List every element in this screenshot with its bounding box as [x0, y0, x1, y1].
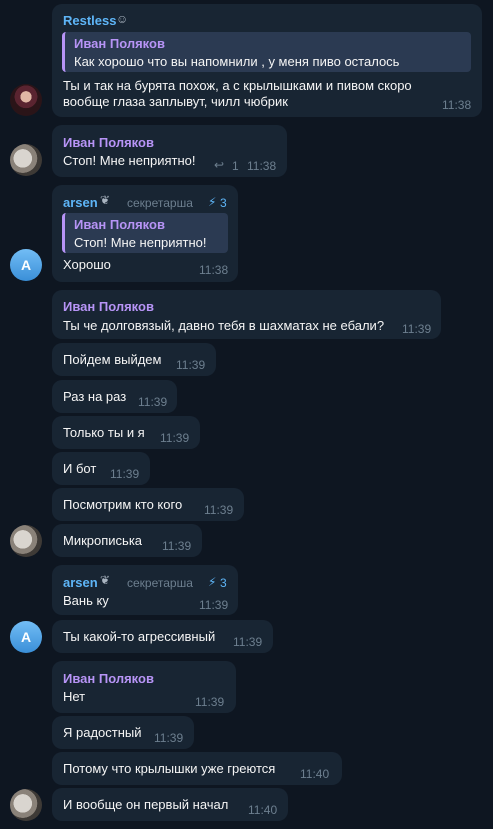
message-bubble[interactable]: Restless ☺ Иван Поляков Как хорошо что в… [52, 4, 482, 117]
sender-name[interactable]: arsen [63, 575, 98, 590]
message-bubble[interactable]: Иван Поляков Стоп! Мне неприятно! ↩ 1 11… [52, 125, 287, 177]
message-text: вообще глаза заплывут, чилл чюбрик [63, 94, 288, 109]
message-text: Раз на раз [63, 389, 127, 404]
message-bubble[interactable]: Только ты и я 11:39 [52, 416, 200, 449]
message-time: 11:38 [247, 159, 277, 173]
sender-name[interactable]: arsen [63, 195, 98, 210]
message-bubble[interactable]: Я радостный 11:39 [52, 716, 194, 749]
message-text: И бот [63, 461, 97, 476]
avatar[interactable] [10, 144, 42, 176]
boost-count: 3 [220, 576, 227, 590]
message-bubble[interactable]: Микрописька 11:39 [52, 524, 202, 557]
message-bubble[interactable]: Посмотрим кто кого 11:39 [52, 488, 244, 521]
message-text: Только ты и я [63, 425, 145, 440]
message-text: Ты че долговязый, давно тебя в шахматах … [63, 318, 385, 333]
boost-icon: ⚡ [208, 575, 217, 589]
message-bubble[interactable]: arsen ❦ секретарша ⚡ 3 Вань ку 11:39 [52, 565, 238, 615]
message-text: Я радостный [63, 725, 142, 740]
sender-name[interactable]: Restless [63, 13, 116, 28]
message-text: Потому что крылышки уже греются [63, 761, 276, 776]
reply-quote[interactable]: Иван Поляков Как хорошо что вы напомнили… [62, 32, 471, 72]
replies-icon[interactable]: ↩ [214, 158, 224, 172]
message-text: Посмотрим кто кого [63, 497, 183, 512]
message-text: Нет [63, 689, 86, 704]
reply-quote[interactable]: Иван Поляков Стоп! Мне неприятно! [62, 213, 228, 253]
message-bubble[interactable]: И бот 11:39 [52, 452, 150, 485]
sender-emoji-status-icon: ☺ [116, 12, 129, 26]
message-bubble[interactable]: И вообще он первый начал 11:40 [52, 788, 288, 821]
sender-name[interactable]: Иван Поляков [63, 135, 154, 150]
message-time: 11:39 [160, 431, 190, 445]
message-time: 11:40 [248, 803, 278, 817]
boost-icon: ⚡ [208, 195, 217, 209]
quote-text: Стоп! Мне неприятно! [74, 235, 207, 250]
message-text: И вообще он первый начал [63, 797, 229, 812]
message-time: 11:39 [162, 539, 192, 553]
message-time: 11:39 [110, 467, 140, 481]
sender-emoji-status-icon: ❦ [100, 193, 111, 207]
message-time: 11:39 [402, 322, 432, 336]
message-bubble[interactable]: Пойдем выйдем 11:39 [52, 343, 216, 376]
message-text: Стоп! Мне неприятно! [63, 153, 196, 168]
message-bubble[interactable]: Иван Поляков Нет 11:39 [52, 661, 236, 713]
replies-count[interactable]: 1 [232, 159, 239, 173]
avatar[interactable]: A [10, 249, 42, 281]
message-text: Ты какой-то агрессивный [63, 629, 216, 644]
sender-name[interactable]: Иван Поляков [63, 299, 154, 314]
avatar[interactable] [10, 789, 42, 821]
message-text: Хорошо [63, 257, 111, 272]
message-time: 11:39 [138, 395, 168, 409]
message-bubble[interactable]: Иван Поляков Ты че долговязый, давно теб… [52, 290, 441, 339]
quote-sender: Иван Поляков [74, 217, 165, 232]
quote-sender: Иван Поляков [74, 36, 165, 51]
message-bubble[interactable]: Ты какой-то агрессивный 11:39 [52, 620, 273, 653]
avatar[interactable] [10, 84, 42, 116]
message-time: 11:40 [300, 767, 330, 781]
message-text: Микрописька [63, 533, 143, 548]
message-bubble[interactable]: Потому что крылышки уже греются 11:40 [52, 752, 342, 785]
message-bubble[interactable]: arsen ❦ секретарша ⚡ 3 Иван Поляков Стоп… [52, 185, 238, 282]
sender-emoji-status-icon: ❦ [100, 573, 111, 587]
message-time: 11:39 [195, 695, 225, 709]
message-time: 11:39 [199, 598, 229, 612]
sender-role: секретарша [127, 576, 193, 590]
avatar[interactable] [10, 525, 42, 557]
message-text: Вань ку [63, 593, 109, 608]
message-bubble[interactable]: Раз на раз 11:39 [52, 380, 177, 413]
boost-count: 3 [220, 196, 227, 210]
message-time: 11:38 [199, 263, 229, 277]
sender-name[interactable]: Иван Поляков [63, 671, 154, 686]
message-time: 11:39 [233, 635, 263, 649]
sender-role: секретарша [127, 196, 193, 210]
message-time: 11:39 [154, 731, 184, 745]
message-text: Пойдем выйдем [63, 352, 162, 367]
chat-history[interactable]: Restless ☺ Иван Поляков Как хорошо что в… [0, 0, 493, 829]
avatar[interactable]: A [10, 621, 42, 653]
message-time: 11:39 [204, 503, 234, 517]
quote-text: Как хорошо что вы напомнили , у меня пив… [74, 54, 400, 69]
message-time: 11:38 [442, 98, 472, 112]
message-time: 11:39 [176, 358, 206, 372]
